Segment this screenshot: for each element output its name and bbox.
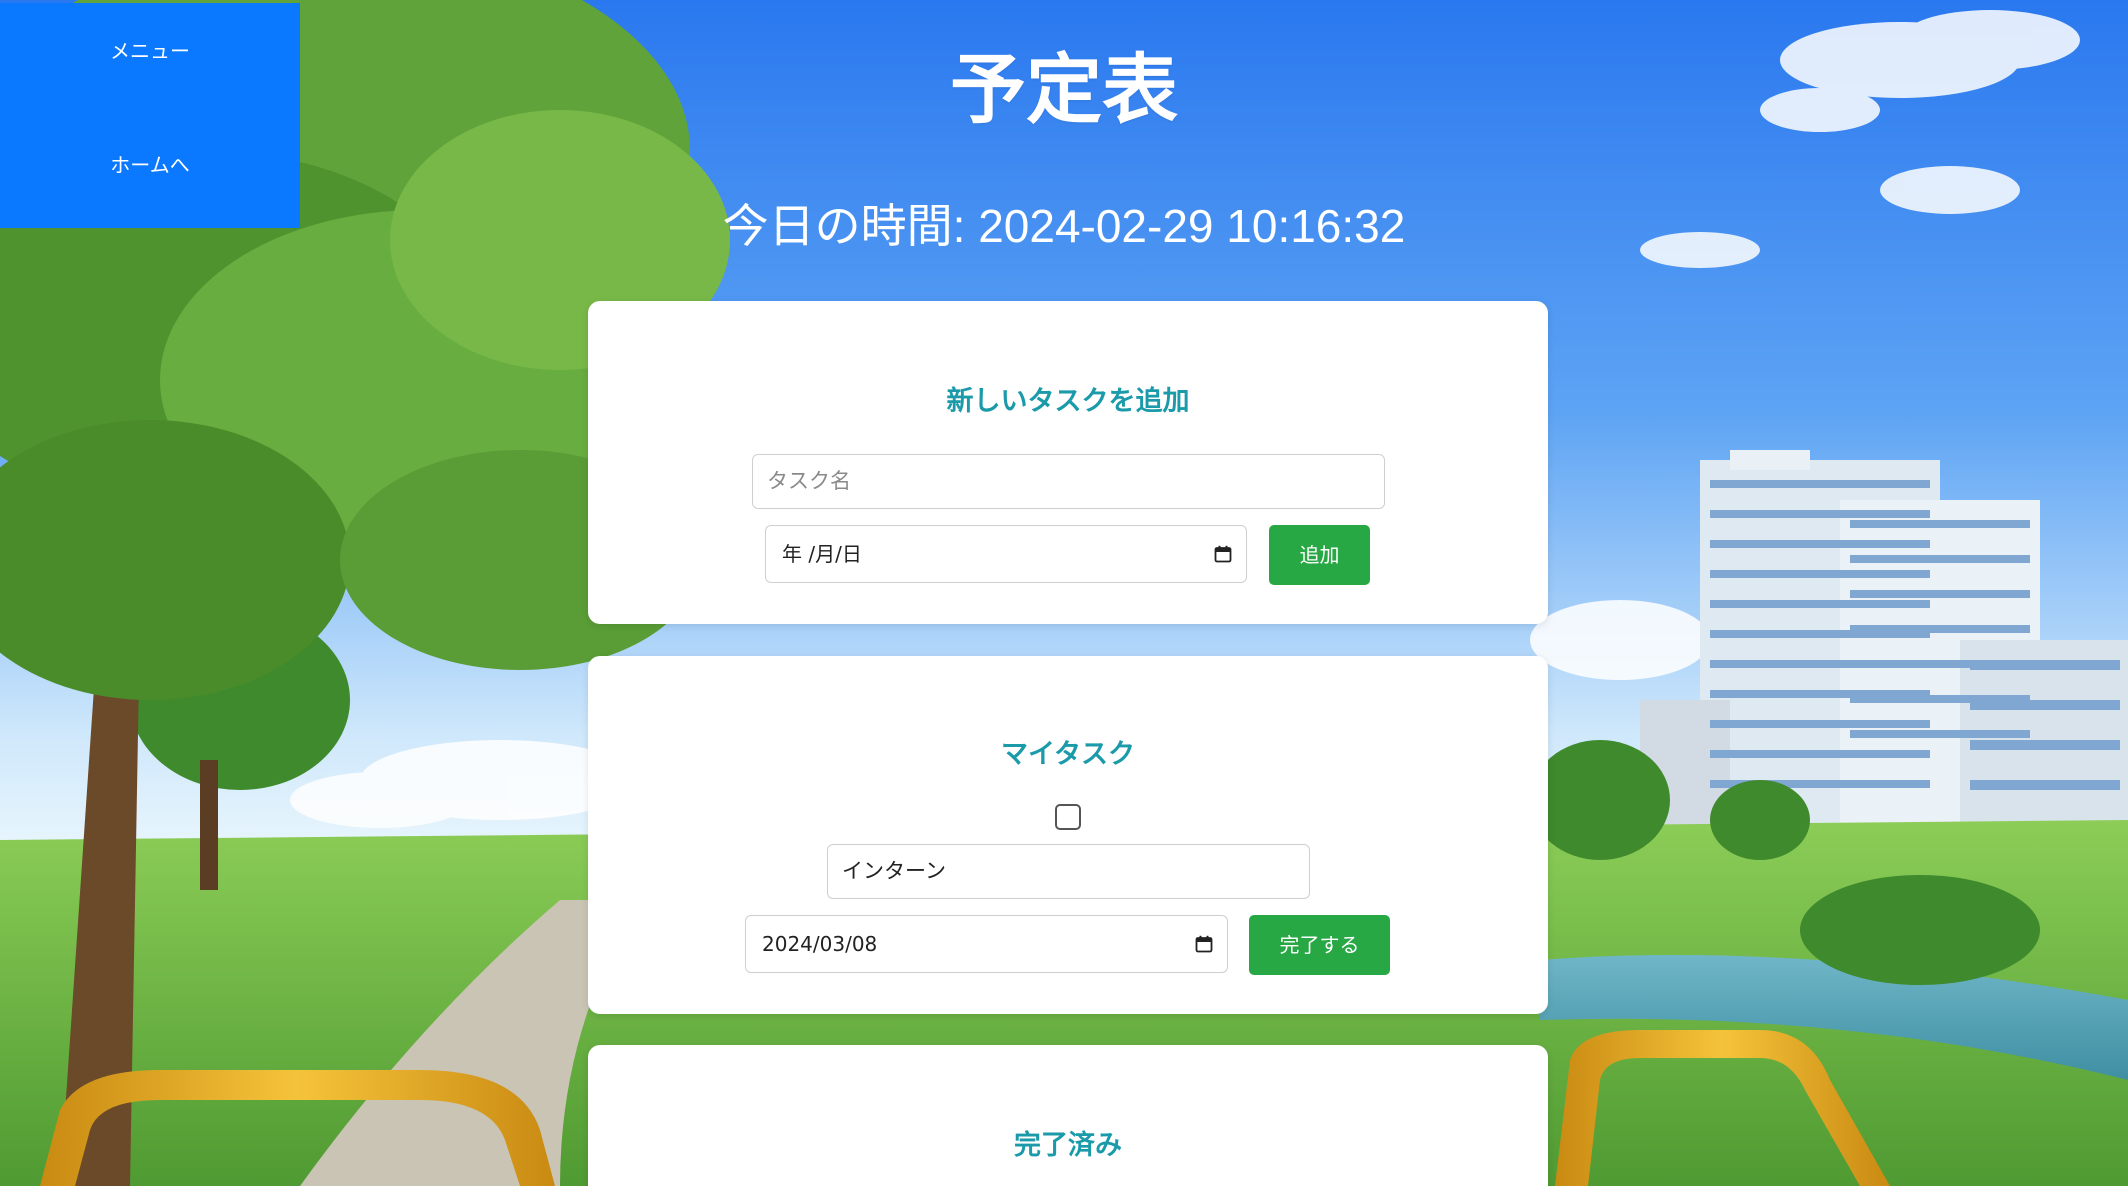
task-name-field[interactable]: インターン	[827, 844, 1310, 899]
completed-card: 完了済み	[588, 1045, 1548, 1186]
my-tasks-heading: マイタスク	[1001, 739, 1135, 770]
page-title: 予定表	[950, 45, 1178, 134]
completed-heading: 完了済み	[1014, 1130, 1122, 1161]
add-task-heading: 新しいタスクを追加	[946, 386, 1190, 417]
page: メニュー ホームへ 予定表 今日の時間: 2024-02-29 10:16:32…	[0, 0, 2128, 1186]
calendar-icon[interactable]	[1195, 935, 1213, 953]
task-date-field[interactable]: 2024/03/08	[745, 915, 1228, 973]
my-tasks-card: マイタスク インターン 2024/03/08 完了する	[588, 656, 1548, 1014]
add-task-button[interactable]: 追加	[1269, 525, 1370, 585]
add-task-card: 新しいタスクを追加 タスク名 年 /月/日 追加	[588, 301, 1548, 624]
date-placeholder: 年 /月/日	[782, 542, 862, 566]
task-name-value: インターン	[842, 859, 946, 883]
sidebar-item-home[interactable]: ホームへ	[0, 149, 300, 178]
sidebar: メニュー ホームへ	[0, 3, 300, 228]
calendar-icon[interactable]	[1214, 545, 1232, 563]
new-task-date-input[interactable]: 年 /月/日	[765, 525, 1247, 583]
sidebar-item-menu[interactable]: メニュー	[0, 35, 300, 64]
task-name-input[interactable]: タスク名	[752, 454, 1385, 509]
task-name-placeholder: タスク名	[767, 469, 851, 493]
task-date-value: 2024/03/08	[762, 932, 878, 956]
current-time-label: 今日の時間: 2024-02-29 10:16:32	[722, 200, 1406, 252]
complete-task-button[interactable]: 完了する	[1249, 915, 1390, 975]
task-checkbox[interactable]	[1055, 804, 1081, 830]
